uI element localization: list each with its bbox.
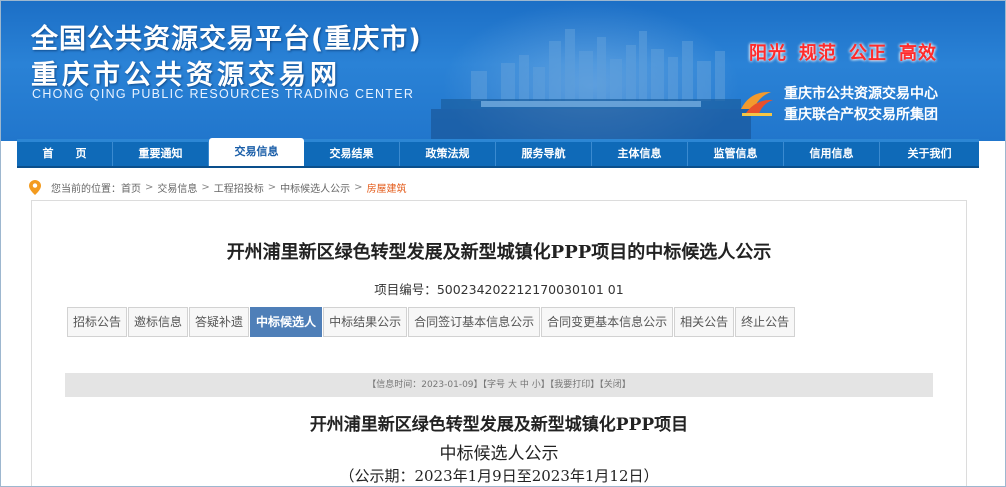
location-pin-icon bbox=[29, 180, 41, 195]
nav-item-policies[interactable]: 政策法规 bbox=[400, 142, 496, 166]
project-number-label: 项目编号： bbox=[374, 282, 437, 297]
tab-contract-change-info[interactable]: 合同变更基本信息公示 bbox=[541, 307, 674, 337]
tab-termination-notice[interactable]: 终止公告 bbox=[735, 307, 796, 337]
nav-item-about-us[interactable]: 关于我们 bbox=[880, 142, 979, 166]
slogan-1: 阳光 bbox=[749, 43, 787, 64]
slogan-2: 规范 bbox=[799, 43, 837, 64]
breadcrumb-separator: > bbox=[145, 182, 154, 193]
notice-tabs: 招标公告 邀标信息 答疑补遗 中标候选人 中标结果公示 合同签订基本信息公示 合… bbox=[67, 307, 796, 337]
nav-item-entity-info[interactable]: 主体信息 bbox=[592, 142, 688, 166]
slogan: 阳光 规范 公正 高效 bbox=[749, 39, 949, 65]
nav-item-home[interactable]: 首 页 bbox=[17, 142, 113, 166]
print-link[interactable]: 【我要打印】 bbox=[550, 380, 600, 390]
breadcrumb-current[interactable]: 房屋建筑 bbox=[367, 180, 407, 195]
breadcrumb: 您当前的位置： 首页 > 交易信息 > 工程招投标 > 中标候选人公示 > 房屋… bbox=[29, 180, 407, 195]
org-name-line1: 重庆市公共资源交易中心 bbox=[784, 86, 938, 102]
main-nav: 首 页 重要通知 交易信息 交易结果 政策法规 服务导航 主体信息 监管信息 信… bbox=[17, 138, 979, 168]
tab-winning-candidates[interactable]: 中标候选人 bbox=[250, 307, 323, 337]
site-title-line1: 全国公共资源交易平台(重庆市) bbox=[31, 24, 422, 55]
font-size-large-link[interactable]: 大 bbox=[508, 380, 517, 390]
breadcrumb-separator: > bbox=[201, 182, 210, 193]
slogan-3: 公正 bbox=[849, 43, 887, 64]
breadcrumb-prefix: 您当前的位置： bbox=[51, 184, 121, 195]
nav-item-trade-info[interactable]: 交易信息 bbox=[209, 138, 304, 166]
font-size-label: 【字号 bbox=[482, 380, 506, 390]
info-time-label: 【信息时间： bbox=[367, 380, 422, 390]
nav-item-trade-results[interactable]: 交易结果 bbox=[304, 142, 400, 166]
tab-contract-signing-info[interactable]: 合同签订基本信息公示 bbox=[408, 307, 541, 337]
article-info-bar: 【信息时间：2023-01-09】【字号 大 中 小】【我要打印】【关闭】 bbox=[65, 373, 933, 397]
notice-period: （公示期：2023年1月9日至2023年1月12日） bbox=[339, 467, 659, 485]
tab-invitation-info[interactable]: 邀标信息 bbox=[128, 307, 189, 337]
breadcrumb-trade-info[interactable]: 交易信息 bbox=[157, 180, 197, 195]
nav-item-supervision-info[interactable]: 监管信息 bbox=[688, 142, 784, 166]
breadcrumb-separator: > bbox=[267, 182, 277, 193]
org-logo-icon bbox=[741, 91, 773, 116]
info-time-end: 】 bbox=[473, 380, 483, 390]
article-title: 开州浦里新区绿色转型发展及新型城镇化PPP项目的中标候选人公示 bbox=[226, 242, 772, 263]
site-title-english: CHONG QING PUBLIC RESOURCES TRADING CENT… bbox=[32, 87, 415, 101]
breadcrumb-engineering-bidding[interactable]: 工程招投标 bbox=[214, 180, 264, 195]
browser-page: 全国公共资源交易平台(重庆市) 重庆市公共资源交易网 CHONG QING PU… bbox=[0, 0, 1006, 487]
font-size-end: 】 bbox=[540, 380, 550, 390]
font-size-medium-link[interactable]: 中 bbox=[520, 380, 529, 390]
notice-heading-line2: 中标候选人公示 bbox=[439, 444, 559, 464]
header-banner: 全国公共资源交易平台(重庆市) 重庆市公共资源交易网 CHONG QING PU… bbox=[1, 1, 1005, 141]
breadcrumb-candidate-notice[interactable]: 中标候选人公示 bbox=[280, 180, 350, 195]
nav-item-notices[interactable]: 重要通知 bbox=[113, 142, 209, 166]
project-number: 项目编号：500234202212170030101 01 bbox=[32, 279, 966, 298]
org-name-line2: 重庆联合产权交易所集团 bbox=[784, 107, 938, 123]
slogan-4: 高效 bbox=[899, 43, 937, 64]
tab-award-result[interactable]: 中标结果公示 bbox=[323, 307, 408, 337]
notice-heading-line1: 开州浦里新区绿色转型发展及新型城镇化PPP项目 bbox=[309, 415, 689, 435]
project-number-value: 500234202212170030101 01 bbox=[436, 282, 624, 297]
font-size-small-link[interactable]: 小 bbox=[532, 380, 541, 390]
tab-bid-announcement[interactable]: 招标公告 bbox=[67, 307, 128, 337]
info-date: 2023-01-09 bbox=[421, 380, 474, 390]
breadcrumb-separator: > bbox=[354, 182, 363, 193]
tab-qa-supplement[interactable]: 答疑补遗 bbox=[189, 307, 250, 337]
breadcrumb-home[interactable]: 首页 bbox=[121, 180, 141, 195]
article-panel: 开州浦里新区绿色转型发展及新型城镇化PPP项目的中标候选人公示 项目编号：500… bbox=[31, 200, 967, 486]
close-link[interactable]: 【关闭】 bbox=[599, 380, 631, 390]
tab-related-notices[interactable]: 相关公告 bbox=[674, 307, 735, 337]
nav-item-service-guide[interactable]: 服务导航 bbox=[496, 142, 592, 166]
nav-item-credit-info[interactable]: 信用信息 bbox=[784, 142, 880, 166]
